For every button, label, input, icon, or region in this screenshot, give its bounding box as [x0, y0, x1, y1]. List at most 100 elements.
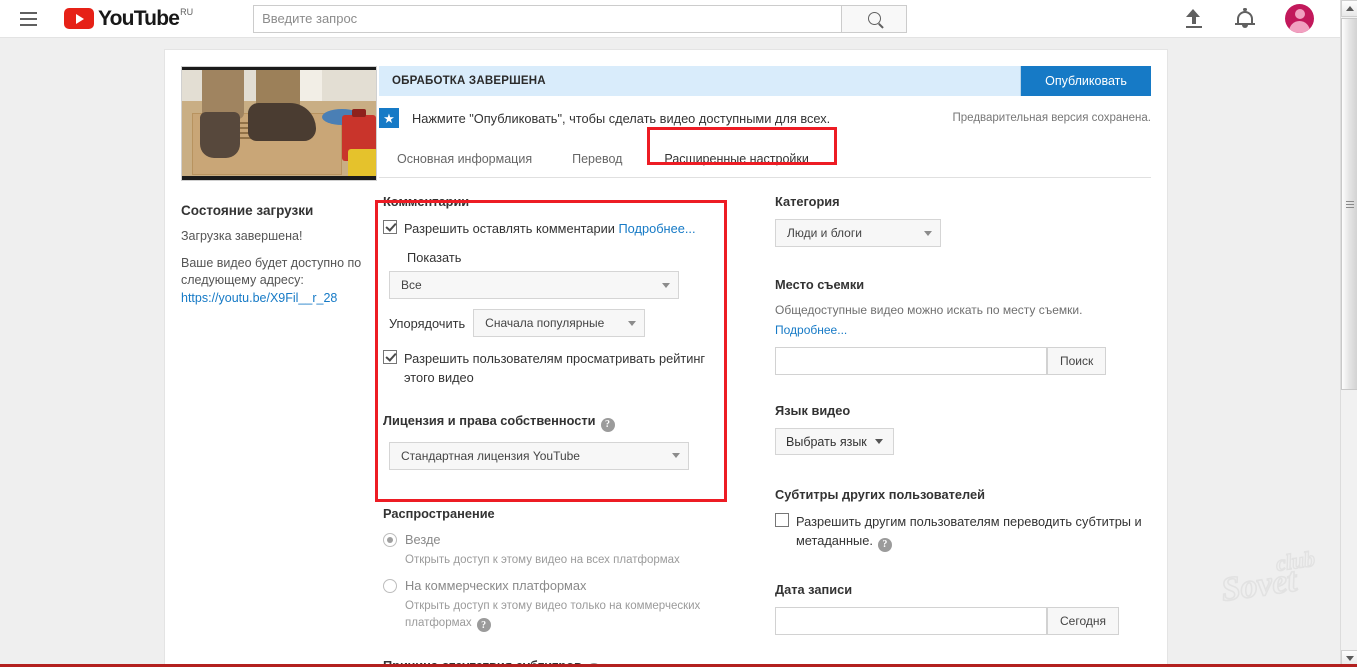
- category-select[interactable]: Люди и блоги: [775, 219, 941, 247]
- order-comments-select[interactable]: Сначала популярные: [473, 309, 646, 337]
- show-comments-value: Все: [401, 278, 422, 292]
- help-icon[interactable]: ?: [600, 417, 615, 432]
- settings-form: Комментарии Разрешить оставлять коммента…: [375, 194, 1151, 667]
- upload-settings-panel: Состояние загрузки Загрузка завершена! В…: [164, 49, 1168, 667]
- category-value: Люди и блоги: [787, 226, 862, 240]
- community-subs-heading: Субтитры других пользователей: [775, 487, 985, 502]
- search-button[interactable]: [841, 4, 908, 33]
- category-heading: Категория: [775, 194, 840, 209]
- location-learn-more-link[interactable]: Подробнее...: [775, 323, 847, 337]
- upload-icon[interactable]: [1183, 8, 1205, 30]
- allow-comments-checkbox[interactable]: [383, 220, 397, 234]
- license-heading-text: Лицензия и права собственности: [383, 413, 596, 428]
- allow-ratings-label: Разрешить пользователям просматривать ре…: [404, 351, 706, 385]
- search-icon: [867, 12, 881, 25]
- header-actions: [1183, 4, 1314, 33]
- hamburger-menu-icon[interactable]: [20, 8, 42, 30]
- record-date-field-row: Сегодня: [775, 606, 1151, 635]
- license-value: Стандартная лицензия YouTube: [401, 448, 580, 463]
- chevron-down-icon: [924, 230, 932, 236]
- svg-text:club: club: [1274, 546, 1316, 576]
- settings-right-column: Категория Люди и блоги Место съемки Обще…: [745, 194, 1151, 667]
- publish-notice-row: ★ Нажмите "Опубликовать", чтобы сделать …: [379, 96, 1151, 128]
- upload-status-line1: Загрузка завершена!: [181, 229, 303, 243]
- publish-notice-text: Нажмите "Опубликовать", чтобы сделать ви…: [412, 110, 831, 126]
- help-icon[interactable]: ?: [476, 618, 491, 632]
- comments-heading: Комментарии: [383, 194, 470, 209]
- youtube-header: YouTube RU: [0, 0, 1340, 38]
- sovetclub-watermark: club Sovet: [1215, 543, 1335, 615]
- bell-icon[interactable]: [1235, 7, 1255, 30]
- location-input[interactable]: [775, 347, 1047, 375]
- chevron-down-icon: [628, 320, 637, 326]
- distribution-option-monetized[interactable]: На коммерческих платформах Открыть досту…: [383, 577, 745, 632]
- video-language-label: Выбрать язык: [786, 434, 867, 449]
- chevron-down-icon: [1345, 656, 1354, 661]
- video-thumbnail[interactable]: [181, 66, 377, 181]
- allow-ratings-checkbox[interactable]: [383, 350, 397, 364]
- search-bar: [253, 4, 908, 33]
- account-avatar[interactable]: [1285, 4, 1314, 33]
- video-language-button[interactable]: Выбрать язык: [775, 428, 894, 455]
- show-comments-select[interactable]: Все: [389, 271, 679, 299]
- help-icon[interactable]: ?: [877, 537, 892, 552]
- allow-comments-row: Разрешить оставлять комментарии Подробне…: [383, 219, 745, 238]
- location-heading: Место съемки: [775, 277, 865, 292]
- settings-left-column: Комментарии Разрешить оставлять коммента…: [375, 194, 745, 667]
- star-icon: ★: [379, 108, 399, 128]
- distribution-option-everywhere[interactable]: Везде Открыть доступ к этому видео на вс…: [383, 531, 745, 569]
- tab-translation[interactable]: Перевод: [572, 141, 664, 178]
- allow-comments-label: Разрешить оставлять комментарии: [404, 221, 615, 236]
- location-description: Общедоступные видео можно искать по мест…: [775, 303, 1083, 317]
- radio-monetized-desc: Открыть доступ к этому видео только на к…: [405, 599, 701, 629]
- video-language-heading: Язык видео: [775, 403, 851, 418]
- license-select[interactable]: Стандартная лицензия YouTube: [389, 441, 689, 470]
- record-date-today-button[interactable]: Сегодня: [1047, 606, 1119, 635]
- chevron-down-icon: [874, 439, 883, 444]
- order-comments-row: Упорядочить Сначала популярные: [389, 309, 745, 337]
- upload-status-title: Состояние загрузки: [181, 203, 314, 218]
- processing-status-banner: ОБРАБОТКА ЗАВЕРШЕНА: [379, 66, 1020, 96]
- community-subs-label: Разрешить другим пользователям переводит…: [796, 514, 1142, 548]
- search-input[interactable]: [253, 4, 842, 33]
- status-banner-row: ОБРАБОТКА ЗАВЕРШЕНА Опубликовать: [379, 66, 1151, 96]
- page-root: YouTube RU Введите запрос Состояние загр…: [0, 0, 1357, 667]
- radio-monetized-platforms[interactable]: [383, 578, 397, 593]
- logo-country-code: RU: [180, 7, 194, 17]
- settings-tabs: Основная информация Перевод Расширенные …: [379, 127, 1151, 178]
- location-search-button[interactable]: Поиск: [1047, 347, 1107, 375]
- tab-advanced-settings[interactable]: Расширенные настройки: [664, 141, 832, 178]
- left-column: Состояние загрузки Загрузка завершена! В…: [165, 66, 379, 667]
- youtube-logo[interactable]: YouTube RU: [64, 8, 193, 29]
- allow-ratings-row: Разрешить пользователям просматривать ре…: [383, 349, 745, 387]
- scrollbar-grip-icon: [1345, 199, 1354, 210]
- community-subs-row: Разрешить другим пользователям переводит…: [775, 512, 1151, 552]
- order-comments-value: Сначала популярные: [485, 316, 605, 330]
- video-url-link[interactable]: https://youtu.be/X9Fil__r_28: [181, 291, 337, 305]
- chevron-down-icon: [662, 282, 670, 288]
- radio-everywhere-title: Везде: [405, 531, 441, 547]
- draft-saved-text: Предварительная версия сохранена.: [952, 112, 1151, 124]
- main-column: ОБРАБОТКА ЗАВЕРШЕНА Опубликовать ★ Нажми…: [375, 66, 1167, 667]
- radio-everywhere[interactable]: [383, 532, 397, 547]
- allow-comments-learn-more-link[interactable]: Подробнее...: [618, 221, 695, 236]
- scrollbar-thumb[interactable]: [1341, 18, 1357, 390]
- tab-basic-info[interactable]: Основная информация: [379, 141, 572, 178]
- vertical-scrollbar[interactable]: [1340, 0, 1357, 667]
- record-date-input[interactable]: [775, 606, 1047, 635]
- show-comments-label: Показать: [407, 250, 462, 265]
- license-heading: Лицензия и права собственности?: [383, 413, 745, 432]
- upload-status-line2: Ваше видео будет доступно по следующему …: [181, 256, 362, 287]
- svg-text:Sovet: Sovet: [1219, 562, 1300, 609]
- distribution-heading: Распространение: [383, 505, 495, 521]
- logo-wordmark: YouTube: [98, 7, 180, 30]
- community-subs-checkbox[interactable]: [775, 513, 789, 527]
- chevron-up-icon: [1345, 6, 1354, 11]
- scroll-up-button[interactable]: [1341, 0, 1357, 17]
- publish-button[interactable]: Опубликовать: [1021, 66, 1151, 96]
- play-triangle-icon: [64, 8, 94, 29]
- order-comments-label: Упорядочить: [389, 315, 466, 331]
- radio-everywhere-desc: Открыть доступ к этому видео на всех пла…: [405, 553, 680, 566]
- record-date-heading: Дата записи: [775, 581, 853, 597]
- chevron-down-icon: [672, 453, 680, 458]
